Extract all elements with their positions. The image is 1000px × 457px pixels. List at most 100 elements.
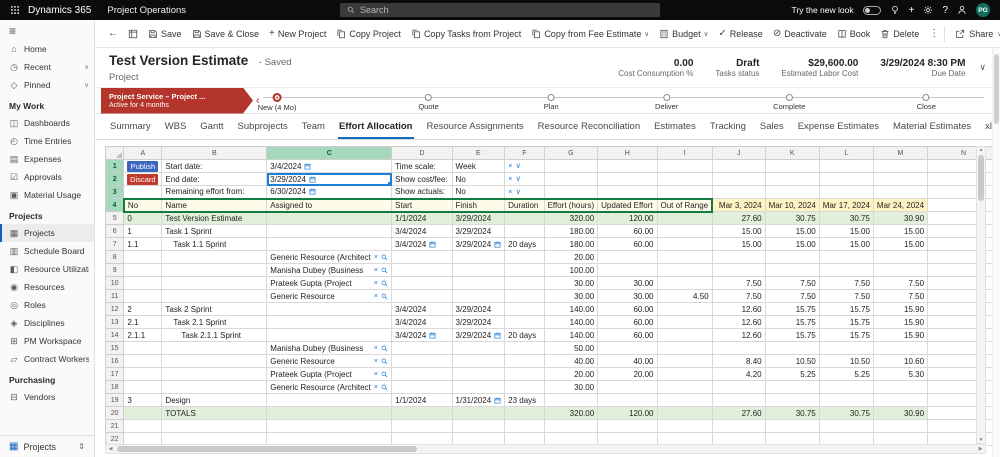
dropdown-icon[interactable]: ∨ [516,187,522,196]
cell-M8[interactable] [872,250,929,264]
cell-L9[interactable] [818,263,874,277]
cell-J6[interactable]: 15.00 [711,224,766,238]
cell-N8[interactable] [927,250,1000,264]
cell-J13[interactable]: 12.60 [711,315,766,329]
cell-K3[interactable] [764,185,820,199]
cell-M7[interactable]: 15.00 [872,237,929,251]
cell-N19[interactable] [927,393,1000,407]
dropdown-icon[interactable]: ∨ [516,175,522,183]
cell-C4[interactable]: Assigned to [266,197,393,213]
cell-B1[interactable]: Start date: [161,159,268,173]
cell-F9[interactable] [504,263,545,277]
cell-N12[interactable] [927,302,1000,316]
cell-H3[interactable] [597,185,658,199]
cell-A5[interactable]: 0 [123,211,163,225]
cell-G5[interactable]: 320.00 [543,211,599,225]
cell-N16[interactable] [927,354,1000,368]
cell-E18[interactable] [451,380,506,394]
sidebar-item-dashboards[interactable]: ◫ Dashboards [0,114,94,132]
clear-icon[interactable]: × [374,266,378,274]
save-button[interactable]: Save [143,26,187,42]
cell-B17[interactable] [161,367,268,381]
row-header-5[interactable]: 5 [104,211,125,225]
cell-B20[interactable]: TOTALS [161,406,268,420]
cell-N14[interactable] [927,328,1000,342]
row-header-19[interactable]: 19 [104,393,125,407]
column-header-J[interactable]: J [711,146,766,160]
cell-I21[interactable] [656,419,713,433]
cell-C8[interactable]: Generic Resource (Architect × [266,250,393,264]
cell-K17[interactable]: 5.25 [764,367,820,381]
cell-H4[interactable]: Updated Effort [597,197,658,213]
cell-K13[interactable]: 15.75 [764,315,820,329]
clear-icon[interactable]: × [374,292,378,300]
cell-A16[interactable] [123,354,163,368]
more-commands-button[interactable]: ⋮ [924,26,944,42]
cell-K15[interactable] [764,341,820,355]
row-header-8[interactable]: 8 [104,250,125,264]
row-header-6[interactable]: 6 [104,224,125,238]
cell-C1[interactable]: 3/4/2024 [266,159,393,173]
cell-D18[interactable] [391,380,453,394]
cell-H10[interactable]: 30.00 [597,276,658,290]
cell-D5[interactable]: 1/1/2024 [391,211,453,225]
person-icon[interactable] [957,5,967,15]
delete-button[interactable]: Delete [875,26,924,42]
cell-E3[interactable]: No [451,185,506,199]
column-header-C[interactable]: C [266,146,393,160]
cell-F6[interactable] [504,224,545,238]
tab-wbs[interactable]: WBS [164,114,188,139]
cell-N7[interactable] [927,237,1000,251]
sidebar-item-resources[interactable]: ◉ Resources [0,278,94,296]
column-header-L[interactable]: L [818,146,874,160]
cell-K11[interactable]: 7.50 [764,289,820,303]
cell-F19[interactable]: 23 days [504,393,545,407]
cell-E6[interactable]: 3/29/2024 [451,224,506,238]
cell-H13[interactable]: 60.00 [597,315,658,329]
cell-E9[interactable] [451,263,506,277]
cell-D20[interactable] [391,406,453,420]
budget-button[interactable]: Budget ∨ [654,26,713,42]
cell-E17[interactable] [451,367,506,381]
copy-from-fee-estimate-button[interactable]: Copy from Fee Estimate ∨ [526,26,654,42]
new-look-toggle[interactable] [862,5,881,15]
row-header-20[interactable]: 20 [104,406,125,420]
cell-L6[interactable]: 15.00 [818,224,874,238]
clear-icon[interactable]: × [374,344,378,352]
cell-L18[interactable] [818,380,874,394]
sidebar-item-roles[interactable]: ◎ Roles [0,296,94,314]
bpf-stage-quote[interactable]: Quote [418,93,439,111]
tab-summary[interactable]: Summary [109,114,152,139]
cell-M3[interactable] [872,185,929,199]
cell-L20[interactable]: 30.75 [818,406,874,420]
row-header-2[interactable]: 2 [104,172,125,186]
cell-H12[interactable]: 60.00 [597,302,658,316]
sidebar-item-material-usage[interactable]: ▣ Material Usage [0,186,94,204]
cell-D16[interactable] [391,354,453,368]
cell-G9[interactable]: 100.00 [543,263,599,277]
cell-G16[interactable]: 40.00 [543,354,599,368]
sidebar-item-pinned[interactable]: ◇ Pinned ∨ [0,76,94,94]
cell-H19[interactable] [597,393,658,407]
cell-J9[interactable] [711,263,766,277]
cell-B5[interactable]: Test Version Estimate [161,211,268,225]
cell-K18[interactable] [764,380,820,394]
lightbulb-icon[interactable] [890,5,900,15]
book-button[interactable]: Book [832,26,876,42]
cell-B8[interactable] [161,250,268,264]
cell-B3[interactable]: Remaining effort from: [161,185,268,199]
cell-K16[interactable]: 10.50 [764,354,820,368]
scroll-right-icon[interactable]: ▶ [976,446,985,452]
cell-L1[interactable] [818,159,874,173]
cell-H15[interactable] [597,341,658,355]
sidebar-item-pm-workspace[interactable]: ⊞ PM Workspace [0,332,94,350]
cell-G7[interactable]: 180.00 [543,237,599,251]
cell-D4[interactable]: Start [391,197,453,213]
bpf-stage-complete[interactable]: Complete [773,93,805,111]
cell-C7[interactable] [266,237,393,251]
avatar[interactable]: PG [976,3,990,17]
scroll-left-icon[interactable]: ◀ [106,446,115,452]
cell-E16[interactable] [451,354,506,368]
cell-I7[interactable] [656,237,713,251]
sidebar-item-vendors[interactable]: ⊟ Vendors [0,388,94,406]
